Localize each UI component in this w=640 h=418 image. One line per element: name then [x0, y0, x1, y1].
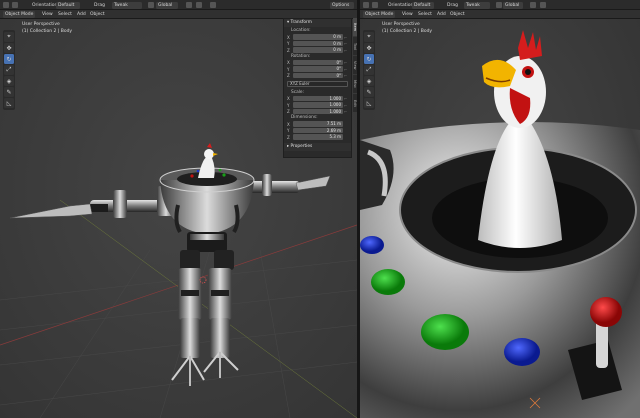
view-name: User Perspective [22, 22, 60, 27]
transform-space-dropdown[interactable]: Global [156, 1, 178, 9]
dimensions-z-field[interactable]: 5.3 m [293, 134, 343, 140]
cursor-tool-icon[interactable]: ⌖ [364, 32, 374, 42]
lock-icon[interactable]: ⌐ [343, 73, 348, 78]
options-dropdown[interactable]: Options [330, 1, 354, 9]
sidebar-n-panel: ▾ Transform Location: X0 m ⌐ Y0 m ⌐ Z0 m ⌐ … [283, 18, 352, 158]
transform-tool-icon[interactable]: ◈ [4, 76, 14, 86]
dimensions-x-field[interactable]: 7.51 m [293, 121, 343, 127]
drag-label: Drag [94, 2, 105, 8]
lock-icon[interactable]: ⌐ [343, 48, 348, 53]
mode-icon[interactable] [148, 2, 154, 8]
mode-dropdown[interactable]: Object Mode [363, 11, 395, 18]
measure-tool-icon[interactable]: ◺ [4, 98, 14, 108]
view-name: User Perspective [382, 22, 420, 27]
right-toolbar: ⌖ ✥ ↻ ⤢ ◈ ✎ ◺ [363, 30, 375, 110]
location-z-field[interactable]: 0 m [293, 47, 343, 53]
rotate-tool-icon[interactable]: ↻ [4, 54, 14, 64]
annotate-tool-icon[interactable]: ✎ [364, 87, 374, 97]
measure-tool-icon[interactable]: ◺ [364, 98, 374, 108]
location-x-field[interactable]: 0 m [293, 34, 343, 40]
right-scene-render [360, 0, 640, 418]
transform-space-dropdown[interactable]: Global [503, 1, 523, 9]
rotate-tool-icon[interactable]: ↻ [364, 54, 374, 64]
menu-add[interactable]: Add [75, 11, 88, 18]
collection-info: (1) Collection 2 | Body [382, 29, 433, 34]
rotation-x-field[interactable]: 0° [293, 59, 343, 66]
orientation-label: Orientation [388, 2, 414, 8]
rotation-y-field[interactable]: 0° [293, 66, 343, 72]
lock-icon[interactable]: ⌐ [343, 67, 348, 72]
collection-info: (1) Collection 2 | Body [22, 29, 73, 34]
dimensions-y-field[interactable]: 2.69 m [293, 127, 343, 134]
orientation-dropdown[interactable]: Default [56, 1, 80, 9]
right-menu-bar: Object Mode View Select Add Object [360, 10, 640, 19]
annotate-tool-icon[interactable]: ✎ [4, 87, 14, 97]
lock-icon[interactable]: ⌐ [343, 109, 348, 114]
properties-panel-header[interactable]: ▸ Properties [284, 143, 351, 151]
menu-select[interactable]: Select [416, 11, 434, 18]
scale-tool-icon[interactable]: ⤢ [4, 65, 14, 75]
pivot-icon[interactable] [530, 2, 536, 8]
menu-object[interactable]: Object [448, 11, 467, 18]
lock-icon[interactable]: ⌐ [343, 41, 348, 46]
snap-icon[interactable] [196, 2, 202, 8]
snap-icon[interactable] [540, 2, 546, 8]
drag-dropdown[interactable]: Tweak [112, 1, 142, 9]
editor-type-icon[interactable] [363, 2, 369, 8]
left-toolbar: ⌖ ✥ ↻ ⤢ ◈ ✎ ◺ [3, 30, 15, 110]
rotation-mode-dropdown[interactable]: XYZ Euler [287, 80, 348, 87]
lock-icon[interactable]: ⌐ [343, 96, 348, 101]
right-viewport[interactable]: Orientation Default Drag Tweak Global Ob… [360, 0, 640, 418]
orientation-label: Orientation [32, 2, 58, 8]
left-header-bar: Orientation Default Drag Tweak Global Op… [0, 0, 357, 10]
blue-button-top[interactable] [360, 236, 384, 254]
menu-view[interactable]: View [40, 11, 55, 18]
editor-type-icon[interactable] [3, 2, 9, 8]
scale-z-field[interactable]: 1.000 [293, 108, 343, 115]
menu-object[interactable]: Object [88, 11, 107, 18]
green-button-center[interactable] [421, 314, 469, 350]
mode-icon[interactable] [496, 2, 502, 8]
scale-y-field[interactable]: 1.000 [293, 102, 343, 108]
orientation-dropdown[interactable]: Default [412, 1, 434, 9]
global-orientation-icon[interactable] [372, 2, 378, 8]
proportional-edit-icon[interactable] [210, 2, 216, 8]
drag-dropdown[interactable]: Tweak [464, 1, 490, 9]
transform-tool-icon[interactable]: ◈ [364, 76, 374, 86]
pivot-icon[interactable] [186, 2, 192, 8]
global-orientation-icon[interactable] [12, 2, 18, 8]
right-header-bar: Orientation Default Drag Tweak Global [360, 0, 640, 10]
green-button-left[interactable] [371, 269, 405, 295]
lock-icon[interactable]: ⌐ [343, 35, 348, 40]
blue-button-center[interactable] [504, 338, 540, 366]
move-tool-icon[interactable]: ✥ [364, 43, 374, 53]
lock-icon[interactable]: ⌐ [343, 60, 348, 65]
left-viewport[interactable]: Orientation Default Drag Tweak Global Op… [0, 0, 357, 418]
drag-label: Drag [447, 2, 458, 8]
mode-dropdown[interactable]: Object Mode [3, 11, 35, 18]
move-tool-icon[interactable]: ✥ [4, 43, 14, 53]
scale-tool-icon[interactable]: ⤢ [364, 65, 374, 75]
scale-x-field[interactable]: 1.000 [293, 95, 343, 102]
rotation-z-field[interactable]: 0° [293, 72, 343, 79]
menu-view[interactable]: View [400, 11, 415, 18]
menu-select[interactable]: Select [56, 11, 74, 18]
location-y-field[interactable]: 0 m [293, 40, 343, 47]
cursor-tool-icon[interactable]: ⌖ [4, 32, 14, 42]
transform-panel-header[interactable]: ▾ Transform [284, 19, 351, 27]
menu-add[interactable]: Add [435, 11, 448, 18]
lock-icon[interactable]: ⌐ [343, 103, 348, 108]
